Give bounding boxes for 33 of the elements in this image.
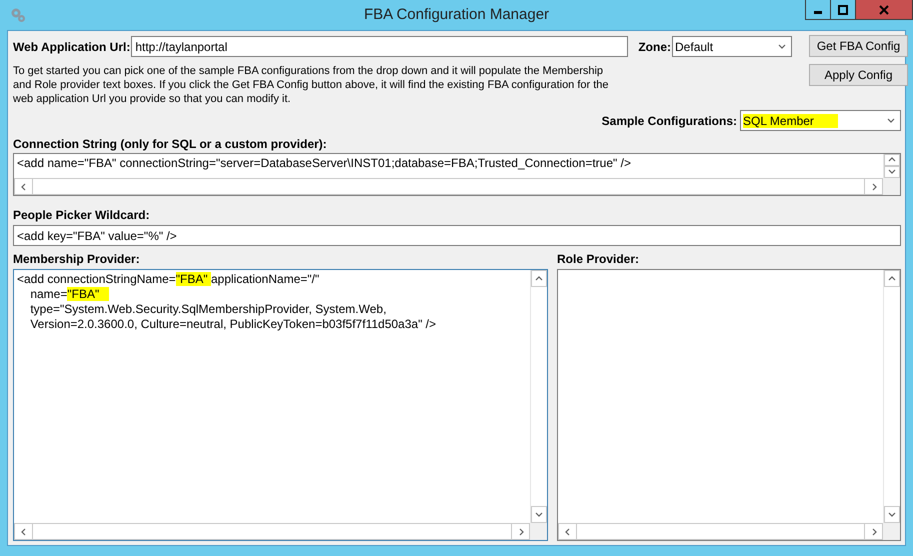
scrollbar-corner [883, 523, 900, 540]
get-config-button[interactable]: Get FBA Config [809, 35, 908, 57]
field-label: Zone: [638, 40, 672, 54]
close-button[interactable] [855, 0, 913, 20]
field-label: Role Provider: [557, 252, 640, 266]
sample-config-dropdown[interactable]: SQL Member [740, 110, 901, 131]
field-label: Sample Configurations: [602, 114, 737, 128]
horizontal-scrollbar[interactable] [14, 523, 530, 540]
wildcard-field[interactable]: <add key="FBA" value="%" /> [13, 225, 901, 246]
window-title: FBA Configuration Manager [362, 6, 550, 23]
gears-icon [10, 7, 26, 23]
scrollbar-corner [530, 523, 547, 540]
field-label: Connection String (only for SQL or a custom provider): [13, 137, 327, 151]
zone-dropdown[interactable]: Default [672, 36, 792, 57]
left-arrow-icon [562, 526, 572, 536]
field-label: Web Application Url: [13, 40, 130, 54]
horizontal-scrollbar[interactable] [14, 178, 883, 195]
vertical-scrollbar[interactable] [883, 270, 900, 523]
url-field[interactable]: http://taylanportal [131, 36, 628, 57]
apply-config-button[interactable]: Apply Config [809, 64, 908, 86]
minimize-icon [814, 11, 822, 14]
field-label: People Picker Wildcard: [13, 208, 150, 222]
vertical-scrollbar[interactable] [883, 154, 900, 178]
field-label: Membership Provider: [13, 252, 141, 266]
left-arrow-icon [18, 526, 28, 536]
close-icon [879, 4, 889, 14]
horizontal-scrollbar[interactable] [558, 523, 883, 540]
left-arrow-icon [18, 182, 28, 192]
minimize-button[interactable] [805, 0, 831, 20]
scrollbar-corner [883, 178, 900, 195]
description-text: To get started you can pick one of the sample FBA configurations from the drop down and it will populate the Membership and Role provider text boxes. If you click the Get FBA Config button above, it will find the existing FBA configuration for the web application Url you provide so that you can modify it. [13, 64, 610, 106]
maximize-icon [838, 4, 848, 14]
vertical-scrollbar[interactable] [530, 270, 547, 523]
